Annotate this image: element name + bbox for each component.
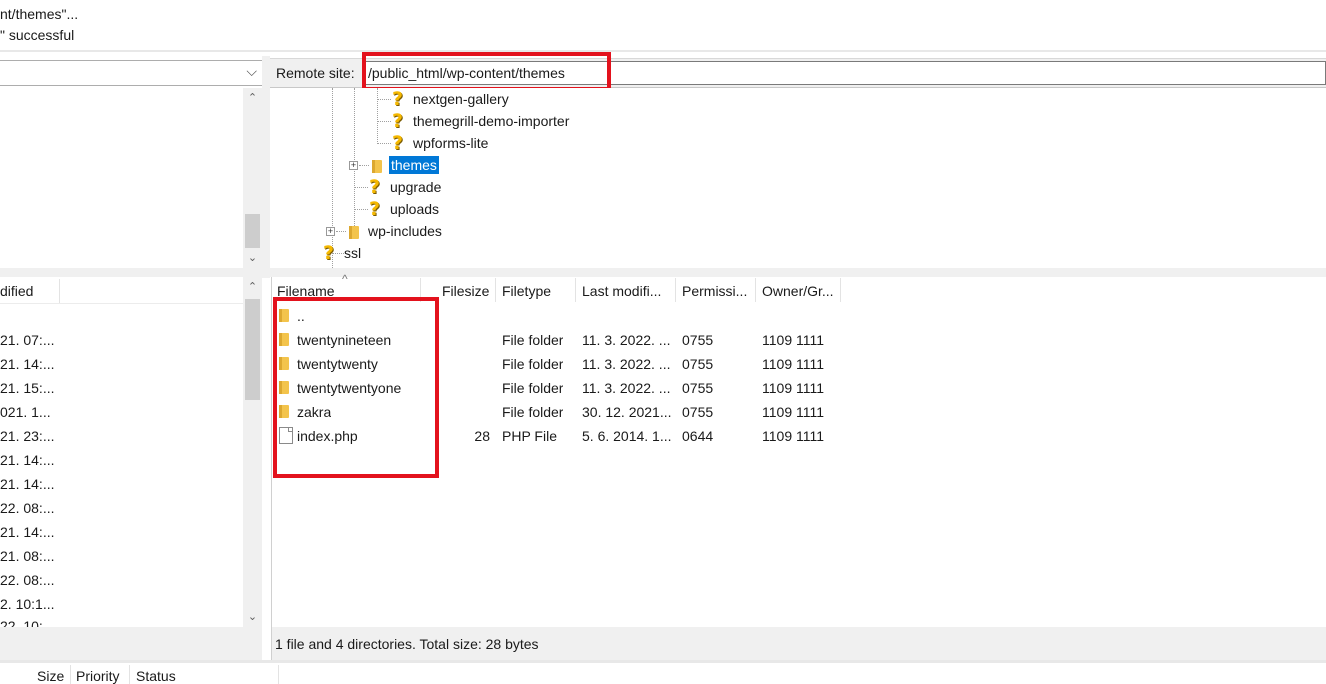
- local-tree-scrollbar[interactable]: ⌃ ⌄: [243, 88, 262, 268]
- filetype-cell: File folder: [502, 356, 564, 372]
- list-item[interactable]: 22. 10:: [0, 616, 43, 627]
- queue-column-priority[interactable]: Priority: [76, 668, 120, 684]
- modified-cell: 5. 6. 2014. 1...: [582, 428, 672, 444]
- tree-item-label: wpforms-lite: [413, 135, 489, 151]
- list-item[interactable]: 2. 10:1...: [0, 592, 54, 616]
- filetype-cell: File folder: [502, 380, 564, 396]
- column-header-last-modified[interactable]: Last modifi...: [582, 278, 661, 302]
- list-item[interactable]: 22. 08:...: [0, 568, 54, 592]
- question-icon: ?: [392, 88, 404, 111]
- modified-cell: 11. 3. 2022. ...: [582, 356, 671, 372]
- modified-cell: 11. 3. 2022. ...: [582, 332, 671, 348]
- remote-status-bar: 1 file and 4 directories. Total size: 28…: [271, 627, 1326, 660]
- local-tree[interactable]: [0, 88, 243, 268]
- list-item[interactable]: 21. 23:...: [0, 424, 54, 448]
- question-icon: ?: [392, 132, 404, 155]
- list-item[interactable]: 21. 15:...: [0, 376, 54, 400]
- chevron-up-icon[interactable]: ⌃: [243, 90, 262, 106]
- list-item[interactable]: 21. 14:...: [0, 472, 54, 496]
- list-item[interactable]: 021. 1...: [0, 400, 51, 424]
- scroll-thumb[interactable]: [245, 214, 260, 248]
- column-header-permissions[interactable]: Permissi...: [682, 278, 747, 302]
- folder-icon: [368, 159, 382, 174]
- queue-column-size[interactable]: Size: [37, 668, 64, 684]
- tree-item-label: themes: [389, 156, 439, 174]
- chevron-down-icon[interactable]: ⌵: [246, 63, 257, 80]
- question-icon: ?: [323, 242, 335, 265]
- filetype-cell: PHP File: [502, 428, 557, 444]
- permissions-cell: 0755: [682, 404, 714, 420]
- column-header-filetype[interactable]: Filetype: [502, 278, 551, 302]
- tree-item-themegrill-demo-importer[interactable]: ? themegrill-demo-importer: [391, 110, 569, 132]
- question-icon: ?: [369, 176, 381, 199]
- highlight-box: [362, 52, 611, 91]
- chevron-down-icon[interactable]: ⌄: [243, 609, 262, 625]
- modified-cell: 11. 3. 2022. ...: [582, 380, 671, 396]
- tree-item-wp-includes[interactable]: wp-includes: [345, 220, 442, 242]
- owner-cell: 1109 1111: [762, 404, 825, 420]
- tree-item-nextgen-gallery[interactable]: ? nextgen-gallery: [391, 88, 509, 110]
- folder-icon: [345, 225, 359, 240]
- list-item[interactable]: 21. 08:...: [0, 544, 54, 568]
- modified-cell: 30. 12. 2021...: [582, 404, 672, 420]
- tree-item-themes[interactable]: themes: [368, 154, 439, 176]
- tree-item-label: themegrill-demo-importer: [413, 113, 570, 129]
- tree-item-ssl[interactable]: ? ssl: [322, 242, 361, 264]
- expand-icon[interactable]: +: [326, 227, 335, 236]
- tree-item-label: nextgen-gallery: [413, 91, 509, 107]
- list-item[interactable]: 22. 08:...: [0, 496, 54, 520]
- chevron-down-icon[interactable]: ⌄: [243, 250, 262, 266]
- log-line: " successful: [0, 27, 75, 43]
- list-item[interactable]: 21. 14:...: [0, 448, 54, 472]
- tree-item-label: wp-includes: [368, 223, 442, 239]
- tree-item-label: upgrade: [390, 179, 442, 195]
- list-item[interactable]: 21. 14:...: [0, 520, 54, 544]
- expand-icon[interactable]: +: [349, 161, 358, 170]
- permissions-cell: 0755: [682, 356, 714, 372]
- question-icon: ?: [369, 198, 381, 221]
- local-column-header-modified[interactable]: dified: [0, 283, 33, 299]
- filetype-cell: File folder: [502, 332, 564, 348]
- owner-cell: 1109 1111: [762, 356, 825, 372]
- remote-site-label: Remote site:: [276, 65, 355, 81]
- filesize-cell: 28: [474, 428, 490, 444]
- log-line: nt/themes"...: [0, 6, 79, 22]
- scroll-thumb[interactable]: [245, 299, 260, 400]
- column-header-filesize[interactable]: Filesize: [442, 278, 489, 302]
- list-item[interactable]: 21. 14:...: [0, 352, 54, 376]
- highlight-box: [273, 297, 439, 478]
- permissions-cell: 0755: [682, 380, 714, 396]
- remote-status-text: 1 file and 4 directories. Total size: 28…: [275, 636, 539, 652]
- tree-item-wpforms-lite[interactable]: ? wpforms-lite: [391, 132, 488, 154]
- tree-item-label: uploads: [390, 201, 440, 217]
- tree-item-upgrade[interactable]: ? upgrade: [368, 176, 441, 198]
- owner-cell: 1109 1111: [762, 380, 825, 396]
- queue-column-status[interactable]: Status: [136, 668, 176, 684]
- list-item[interactable]: 21. 07:...: [0, 328, 54, 352]
- tree-item-uploads[interactable]: ? uploads: [368, 198, 439, 220]
- permissions-cell: 0644: [682, 428, 714, 444]
- column-header-owner-group[interactable]: Owner/Gr...: [762, 278, 834, 302]
- owner-cell: 1109 1111: [762, 332, 825, 348]
- chevron-up-icon[interactable]: ⌃: [243, 279, 262, 295]
- local-site-path-input[interactable]: ⌵: [0, 60, 264, 86]
- permissions-cell: 0755: [682, 332, 714, 348]
- question-icon: ?: [392, 110, 404, 133]
- owner-cell: 1109 1111: [762, 428, 825, 444]
- sort-ascending-icon: ^: [342, 272, 348, 286]
- local-list-scrollbar[interactable]: ⌃ ⌄: [243, 277, 262, 627]
- filetype-cell: File folder: [502, 404, 564, 420]
- tree-item-label: ssl: [344, 245, 362, 261]
